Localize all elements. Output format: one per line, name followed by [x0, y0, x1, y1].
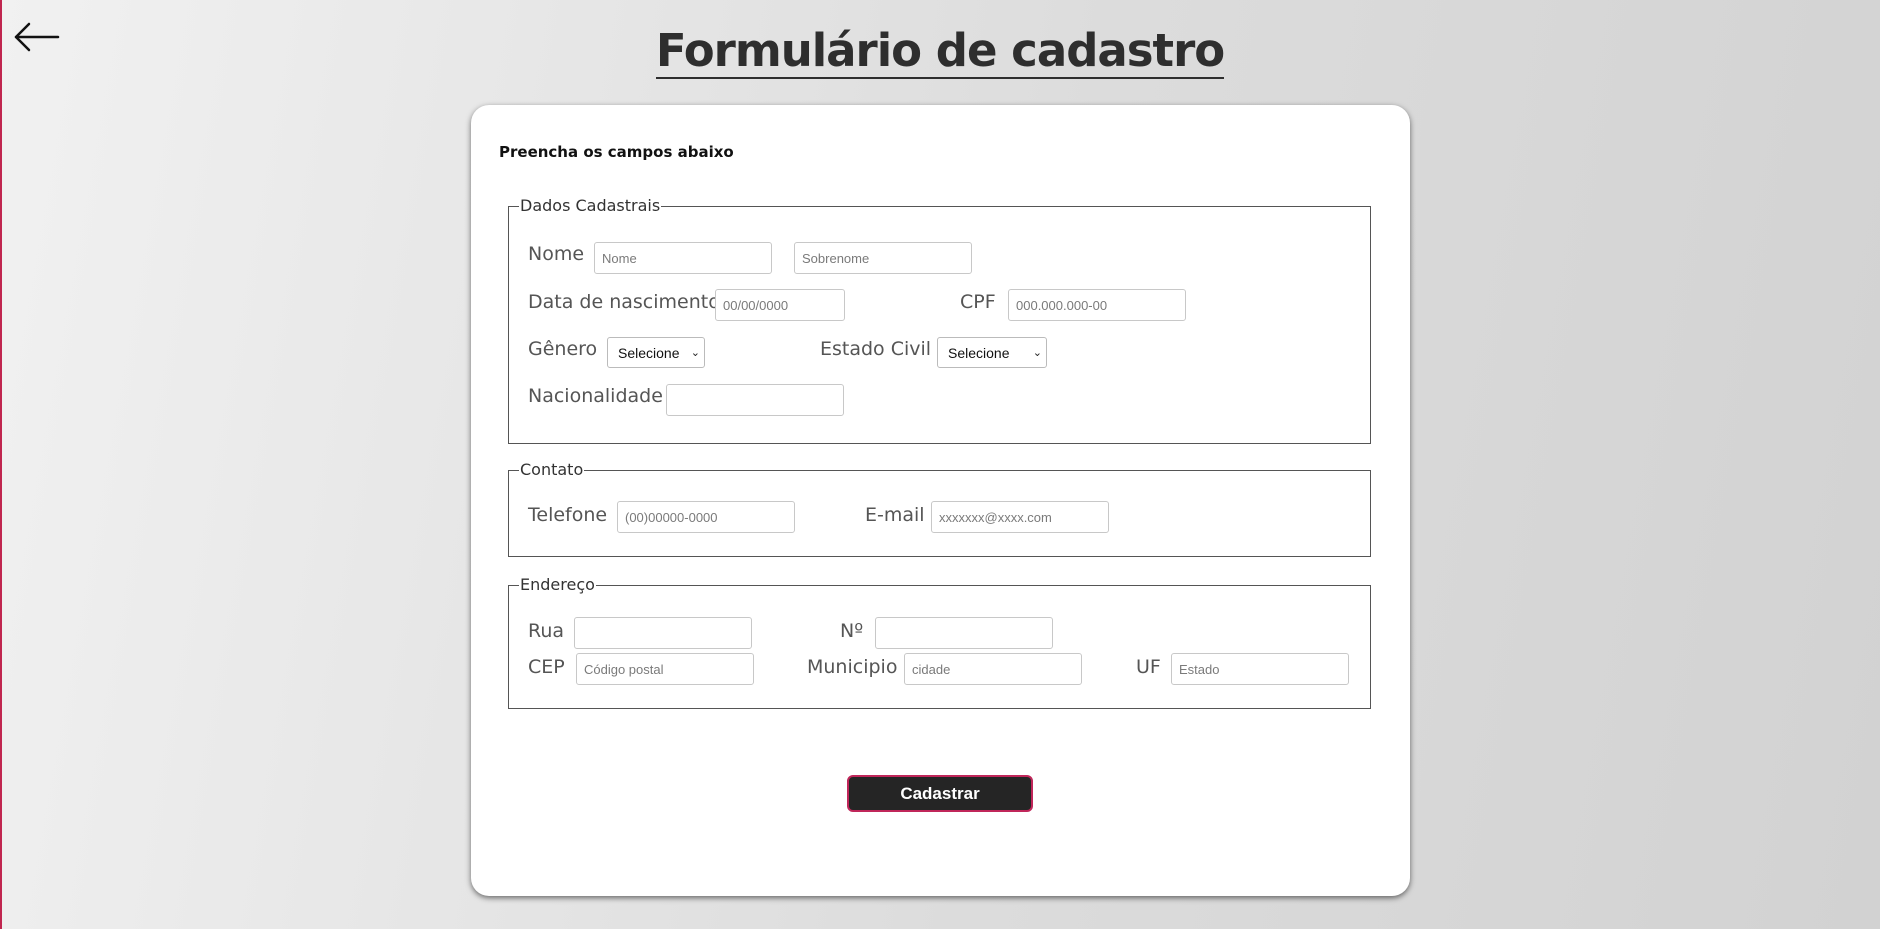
- legend-dados-cadastrais: Dados Cadastrais: [519, 196, 662, 216]
- nome-input[interactable]: [594, 242, 772, 274]
- page-title-text: Formulário de cadastro: [655, 24, 1225, 79]
- genero-select-value: Selecione: [618, 344, 680, 361]
- rua-input[interactable]: [574, 617, 752, 649]
- nacionalidade-input[interactable]: [666, 384, 844, 416]
- registration-card: Preencha os campos abaixo Dados Cadastra…: [471, 105, 1410, 896]
- uf-label: UF: [1136, 656, 1161, 678]
- legend-contato: Contato: [519, 460, 585, 480]
- uf-input[interactable]: [1171, 653, 1349, 685]
- email-input[interactable]: [931, 501, 1109, 533]
- left-accent-bar: [0, 0, 2, 929]
- sobrenome-input[interactable]: [794, 242, 972, 274]
- fieldset-dados-cadastrais: Dados Cadastrais Nome Data de nascimento…: [508, 196, 1371, 444]
- cep-input[interactable]: [576, 653, 754, 685]
- form-instructions: Preencha os campos abaixo: [499, 143, 734, 161]
- municipio-label: Municipio: [807, 656, 898, 678]
- genero-select[interactable]: Selecione ⌄: [607, 337, 705, 368]
- genero-label: Gênero: [528, 338, 598, 360]
- cep-label: CEP: [528, 656, 565, 678]
- estado-civil-select[interactable]: Selecione ⌄: [937, 337, 1047, 368]
- nome-label: Nome: [528, 243, 585, 265]
- cpf-label: CPF: [960, 291, 996, 313]
- numero-input[interactable]: [875, 617, 1053, 649]
- page-title: Formulário de cadastro: [0, 24, 1880, 79]
- fieldset-endereco: Endereço Rua Nº CEP Municipio UF: [508, 575, 1371, 709]
- fieldset-contato: Contato Telefone E-mail: [508, 460, 1371, 557]
- numero-label: Nº: [840, 620, 864, 642]
- estado-civil-select-value: Selecione: [948, 344, 1010, 361]
- rua-label: Rua: [528, 620, 565, 642]
- nascimento-label: Data de nascimento: [528, 291, 720, 313]
- chevron-down-icon: ⌄: [690, 347, 700, 359]
- cadastrar-button[interactable]: Cadastrar: [847, 775, 1033, 812]
- legend-endereco: Endereço: [519, 575, 596, 595]
- email-label: E-mail: [865, 504, 925, 526]
- telefone-input[interactable]: [617, 501, 795, 533]
- nascimento-input[interactable]: [715, 289, 845, 321]
- estado-civil-label: Estado Civil: [820, 338, 932, 360]
- cpf-input[interactable]: [1008, 289, 1186, 321]
- nacionalidade-label: Nacionalidade: [528, 385, 663, 407]
- telefone-label: Telefone: [528, 504, 608, 526]
- chevron-down-icon: ⌄: [1032, 347, 1042, 359]
- municipio-input[interactable]: [904, 653, 1082, 685]
